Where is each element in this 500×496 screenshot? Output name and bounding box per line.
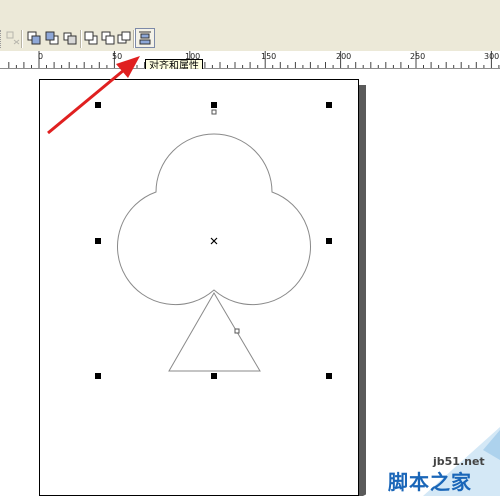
side-node-marker[interactable] xyxy=(234,328,240,334)
canvas-overlay xyxy=(47,56,332,379)
handle-middle-left xyxy=(95,238,101,244)
handle-top-center xyxy=(211,102,217,108)
center-x-icon[interactable] xyxy=(210,237,218,245)
watermark-name: 脚本之家 xyxy=(388,470,472,494)
handle-bottom-right xyxy=(326,373,332,379)
handle-top-left xyxy=(95,102,101,108)
handle-middle-right xyxy=(326,238,332,244)
top-node-marker[interactable] xyxy=(211,109,217,115)
red-arrow-icon xyxy=(47,56,140,135)
handle-bottom-left xyxy=(95,373,101,379)
handle-bottom-center xyxy=(211,373,217,379)
handle-top-right xyxy=(326,102,332,108)
club-shape[interactable] xyxy=(117,133,311,306)
